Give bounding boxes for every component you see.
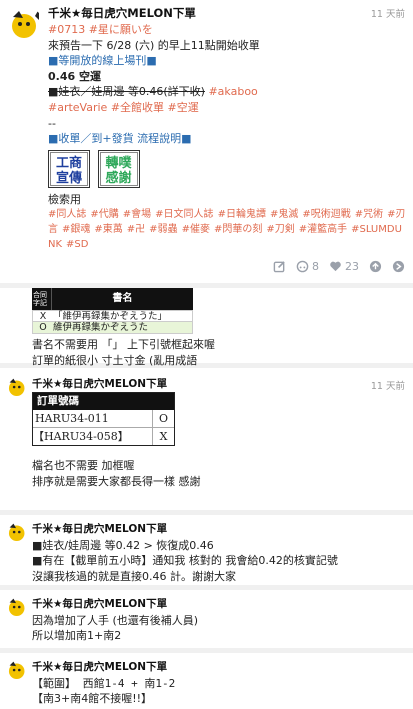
author-avatar[interactable] (9, 7, 43, 41)
tag[interactable]: #星に願いを (89, 23, 153, 36)
reply-text: 書名不需要用 「」 上下引號框起來喔 (32, 338, 215, 351)
search-tag[interactable]: #刀剣 (266, 224, 294, 235)
main-post: 千米★毎日虎穴MELON下單 #0713 #星に願いを 來預告一下 6/28 (… (0, 0, 413, 283)
search-tag[interactable]: #閃華の刻 (214, 224, 262, 235)
reply-text: 沒讓我核過的就是直接0.46 計。謝謝大家 (32, 569, 236, 583)
post-text: 檢索用 (48, 192, 81, 206)
search-tags: #同人誌 #代購 #會場 #日文同人誌 #日輪鬼譚 #鬼滅 #呪術迴戰 #咒術 #刃言 #銀魂 #東… (48, 207, 409, 252)
reply-text: ■娃衣/娃周邊 等0.42 > 恢復成0.46 (32, 538, 214, 552)
row-mark: O (152, 410, 174, 427)
replurk-button[interactable] (369, 260, 382, 273)
search-tag[interactable]: #東萬 (94, 224, 122, 235)
post-link[interactable]: ■等開放的線上場刊■ (48, 54, 157, 67)
stamp-text: 轉噗感謝 (99, 151, 138, 186)
search-tag[interactable]: #咒術 (355, 209, 383, 220)
reply-text: 【南3+南4館不接喔!!】 (32, 692, 153, 706)
search-tag[interactable]: #卍 (127, 224, 145, 235)
author-name[interactable]: 千米★毎日虎穴MELON下單 (32, 378, 167, 390)
search-tag[interactable]: #催麥 (182, 224, 210, 235)
search-tag[interactable]: #灌籃高手 (299, 224, 347, 235)
post-text: 0.46 空運 (48, 69, 101, 83)
post-actions: 8 23 (273, 260, 405, 273)
tag[interactable]: #arteVarie (48, 101, 107, 114)
search-tag[interactable]: #同人誌 (48, 209, 86, 220)
table-header-label: 訂單號碼 (33, 393, 174, 410)
post-link[interactable]: ■收單／到+發貨 流程說明■ (48, 132, 192, 145)
comment-count: 8 (312, 260, 319, 273)
reply-text: 排序就是需要大家都長得一樣 感謝 (32, 474, 201, 488)
row-mark: X (39, 311, 47, 322)
comment-button[interactable]: 8 (296, 260, 319, 273)
author-avatar[interactable] (7, 376, 29, 398)
search-tag[interactable]: #SD (66, 239, 88, 250)
reply-post: 千米★毎日虎穴MELON下單 11 天前 訂單號碼 HARU34-011 O 【… (0, 368, 413, 510)
reply-time: 11 天前 (370, 381, 405, 392)
search-tag[interactable]: #日文同人誌 (155, 209, 213, 220)
author-avatar[interactable] (7, 596, 29, 618)
search-tag[interactable]: #代購 (90, 209, 118, 220)
reply-text: 【範圍】 西館1-4 + 南1-2 (32, 676, 176, 690)
reply-text: ■有在【截單前五小時】通知我 核對的 我會給0.42的核實記號 (32, 554, 338, 568)
author-name[interactable]: 千米★毎日虎穴MELON下單 (32, 598, 167, 610)
table-cell: 【HARU34-058】 (33, 430, 129, 443)
table-cell: HARU34-011 (35, 412, 109, 425)
author-avatar[interactable] (7, 659, 29, 681)
reply-post: 千米★毎日虎穴MELON下單 ■娃衣/娃周邊 等0.42 > 恢復成0.46 ■… (0, 515, 413, 585)
order-number-table-image[interactable]: 訂單號碼 HARU34-011 O 【HARU34-058】 X (32, 392, 175, 446)
post-text: -- (48, 116, 56, 130)
author-avatar[interactable] (7, 521, 29, 543)
comment-icon (296, 260, 309, 273)
post-time: 11 天前 (370, 9, 405, 20)
author-name[interactable]: 千米★毎日虎穴MELON下單 (48, 6, 196, 20)
share-button[interactable] (392, 260, 405, 273)
table-header-label: 合同 字記 (32, 288, 52, 310)
heart-icon (330, 261, 341, 272)
table-cell: 「維伊再録集かぞえうた」 (53, 311, 168, 322)
book-title-table-image[interactable]: 合同 字記 書名 X 「維伊再録集かぞえうた」 O 維伊再録集かぞえうた (32, 288, 193, 335)
replurk-icon (369, 260, 382, 273)
reply-text: 所以增加南1+南2 (32, 629, 122, 643)
search-tag[interactable]: #呪術迴戰 (302, 209, 350, 220)
promo-stamp-image[interactable]: 工商宣傳 (48, 149, 90, 188)
reply-text: 因為增加了人手 (也還有後補人員) (32, 613, 199, 627)
reply-post: 千米★毎日虎穴MELON下單 【範圍】 西館1-4 + 南1-2 【南3+南4館… (0, 653, 413, 709)
thanks-stamp-image[interactable]: 轉噗感謝 (97, 149, 140, 188)
search-tag[interactable]: #銀魂 (62, 224, 90, 235)
tag[interactable]: #全館收單 (111, 101, 164, 114)
tag[interactable]: #空運 (168, 101, 199, 114)
table-header-label: 書名 (112, 293, 133, 304)
search-tag[interactable]: #日輪鬼譚 (218, 209, 266, 220)
like-button[interactable]: 23 (329, 260, 359, 273)
tag[interactable]: #0713 (48, 23, 85, 36)
reply-post: 合同 字記 書名 X 「維伊再録集かぞえうた」 O 維伊再録集かぞえうた 書名不… (0, 288, 413, 367)
share-icon (392, 260, 405, 273)
edit-button[interactable] (273, 260, 286, 273)
search-tag[interactable]: #弱蟲 (149, 224, 177, 235)
post-text: ■娃衣／娃周邊 等0.46(詳下收) (48, 85, 205, 99)
post-text: 來預告一下 6/28 (六) 的早上11點開始收單 (48, 38, 260, 52)
row-mark: X (152, 428, 174, 445)
table-cell: 維伊再録集かぞえうた (53, 322, 149, 333)
stamp-text: 工商宣傳 (50, 151, 88, 186)
search-tag[interactable]: #鬼滅 (270, 209, 298, 220)
search-tag[interactable]: #會場 (123, 209, 151, 220)
author-name[interactable]: 千米★毎日虎穴MELON下單 (32, 661, 167, 673)
reply-text: 訂單的紙很小 寸土寸金 (亂用成語 (32, 353, 198, 367)
row-mark: O (39, 322, 47, 333)
edit-icon (273, 261, 285, 273)
reply-text: 檔名也不需要 加框喔 (32, 459, 135, 472)
tag[interactable]: #akaboo (208, 85, 257, 98)
author-name[interactable]: 千米★毎日虎穴MELON下單 (32, 523, 167, 535)
like-count: 23 (345, 260, 359, 273)
reply-post: 千米★毎日虎穴MELON下單 因為增加了人手 (也還有後補人員) 所以增加南1+… (0, 590, 413, 648)
